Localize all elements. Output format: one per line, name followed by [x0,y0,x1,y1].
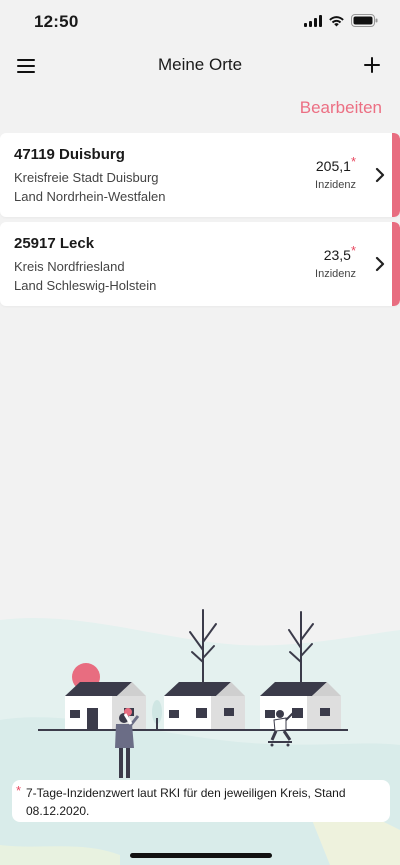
home-indicator[interactable] [130,853,272,858]
status-bar: 12:50 [0,0,400,44]
incidence-accent-bar [392,222,400,306]
incidence-value: 205,1* [315,154,356,174]
place-state: Land Nordrhein-Westfalen [14,189,166,204]
footnote-marker: * [350,154,356,169]
footnote-marker: * [16,783,22,798]
chevron-right-icon [375,256,385,272]
footnote-text: 7-Tage-Inzidenzwert laut RKI für den jew… [26,786,346,818]
incidence-footnote: * 7-Tage-Inzidenzwert laut RKI für den j… [12,780,390,822]
place-card-leck[interactable]: 25917 Leck Kreis Nordfriesland Land Schl… [0,222,400,306]
place-state: Land Schleswig-Holstein [14,278,157,293]
chevron-right-icon [375,167,385,183]
incidence-number: 23,5 [323,247,351,263]
incidence-label: Inzidenz [315,268,356,280]
place-title: 25917 Leck [14,235,95,252]
navigation-bar: Meine Orte [0,44,400,88]
status-time: 12:50 [34,12,79,31]
incidence-value: 23,5* [323,243,356,263]
incidence-accent-bar [392,133,400,217]
incidence-label: Inzidenz [315,179,356,191]
cellular-signal-icon [304,14,322,27]
incidence-number: 205,1 [315,158,351,174]
battery-icon [351,14,378,27]
place-district: Kreis Nordfriesland [14,259,125,274]
add-place-button[interactable] [358,52,386,80]
plus-icon [364,57,380,73]
place-district: Kreisfreie Stadt Duisburg [14,170,159,185]
neighborhood-illustration [0,609,400,865]
status-icons [304,14,378,27]
footnote-marker: * [350,243,356,258]
place-title: 47119 Duisburg [14,146,125,163]
page-title: Meine Orte [157,55,243,74]
wifi-icon [329,15,344,26]
place-card-duisburg[interactable]: 47119 Duisburg Kreisfreie Stadt Duisburg… [0,133,400,217]
edit-button[interactable]: Bearbeiten [300,98,382,118]
